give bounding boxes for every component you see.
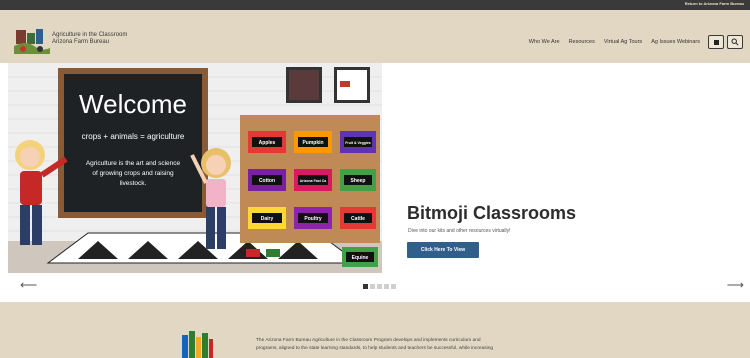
search-icon <box>731 38 739 46</box>
nav-virtual-ag-tours[interactable]: Virtual Ag Tours <box>604 39 642 45</box>
logo-title: Agriculture in the Classroom <box>52 32 128 38</box>
slide-description: Dive into our kits and other resources v… <box>408 228 511 234</box>
bin-label: Pumpkin <box>302 140 323 146</box>
welcome-text: Welcome <box>79 89 187 119</box>
hero-carousel: Welcome crops + animals = agriculture Ag… <box>0 63 750 273</box>
bin-label: Cotton <box>259 178 275 184</box>
about-line-2: programs, aligned to the state learning … <box>256 346 494 351</box>
definition-line-2: of growing crops and raising <box>92 170 174 177</box>
logo-text[interactable]: Agriculture in the Classroom Arizona Far… <box>52 32 127 46</box>
nav-who-we-are[interactable]: Who We Are <box>529 39 560 45</box>
arrow-right-icon[interactable]: ⟶ <box>727 279 744 291</box>
bin-label: Poultry <box>304 216 321 222</box>
definition-line-1: Agriculture is the art and science <box>86 160 181 167</box>
logo-icon[interactable] <box>14 26 50 54</box>
bin-label: Cattle <box>351 216 365 222</box>
search-button[interactable] <box>727 35 743 49</box>
nav-resources[interactable]: Resources <box>569 39 595 45</box>
click-here-to-view-button[interactable]: Click Here To View <box>407 242 479 258</box>
carousel-dot[interactable] <box>370 284 375 289</box>
logo-subtitle: Arizona Farm Bureau <box>52 39 110 45</box>
carousel-dot[interactable] <box>363 284 368 289</box>
top-bar: Return to Arizona Farm Bureau <box>0 0 750 10</box>
bin-label: Apples <box>259 140 276 146</box>
bin-label: Equine <box>352 255 369 261</box>
site-header: Agriculture in the Classroom Arizona Far… <box>0 10 750 63</box>
carousel-dot[interactable] <box>384 284 389 289</box>
bin-label: Sheep <box>350 178 365 184</box>
nav-ag-issues-webinars[interactable]: Ag Issues Webinars <box>651 39 700 45</box>
bin-label: Arizona Fast Ca <box>300 179 327 183</box>
slide-title: Bitmoji Classrooms <box>407 203 577 223</box>
carousel-dot[interactable] <box>391 284 396 289</box>
about-line-1: The Arizona Farm Bureau Agriculture in t… <box>256 338 481 343</box>
grid-icon <box>713 39 719 45</box>
equation-text: crops + animals = agriculture <box>82 132 185 141</box>
carousel-dot[interactable] <box>377 284 382 289</box>
books-icon <box>182 331 213 358</box>
carousel-pagination <box>363 284 396 289</box>
about-text: The Arizona Farm Bureau Agriculture in t… <box>256 337 586 353</box>
arrow-left-icon[interactable]: ⟵ <box>20 279 37 291</box>
bin-label: Dairy <box>261 216 274 222</box>
definition-line-3: livestock. <box>120 180 147 187</box>
main-nav: Who We Are Resources Virtual Ag Tours Ag… <box>529 39 700 45</box>
grid-button[interactable] <box>708 35 724 49</box>
bitmoji-classroom-image[interactable]: Welcome crops + animals = agriculture Ag… <box>8 63 382 273</box>
bin-label: Fruit & Veggies <box>345 141 371 145</box>
return-link[interactable]: Return to Arizona Farm Bureau <box>685 1 744 6</box>
about-section: The Arizona Farm Bureau Agriculture in t… <box>0 302 750 358</box>
